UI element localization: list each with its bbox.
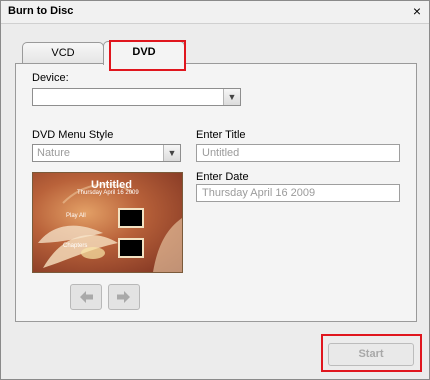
next-style-button[interactable] xyxy=(108,284,140,310)
menu-style-label: DVD Menu Style xyxy=(32,129,114,141)
preview-play-all: Play All xyxy=(66,213,86,219)
menu-style-select[interactable]: Nature ▼ xyxy=(32,144,181,162)
tab-dvd-label: DVD xyxy=(132,46,156,58)
burn-to-disc-dialog: Burn to Disc × VCD DVD Device: ▼ DVD Men… xyxy=(0,0,430,380)
close-icon[interactable]: × xyxy=(413,3,421,19)
date-input[interactable]: Thursday April 16 2009 xyxy=(196,184,400,202)
enter-title-label: Enter Title xyxy=(196,129,246,141)
title-input[interactable]: Untitled xyxy=(196,144,400,162)
device-label: Device: xyxy=(32,72,69,84)
chevron-down-icon[interactable]: ▼ xyxy=(223,89,240,105)
tab-dvd[interactable]: DVD xyxy=(103,41,185,65)
start-button[interactable]: Start xyxy=(328,343,414,366)
preview-chapters: Chapters xyxy=(63,243,88,249)
preview-date: Thursday April 16 2009 xyxy=(77,190,139,196)
enter-date-label: Enter Date xyxy=(196,171,249,183)
chevron-down-icon[interactable]: ▼ xyxy=(163,145,180,161)
menu-preview-image: Untitled Thursday April 16 2009 Play All… xyxy=(32,172,183,273)
menu-style-value: Nature xyxy=(37,147,71,159)
title-bar: Burn to Disc × xyxy=(1,1,429,24)
dvd-settings-panel: Device: ▼ DVD Menu Style Nature ▼ Enter … xyxy=(15,63,417,322)
device-select[interactable]: ▼ xyxy=(32,88,241,106)
prev-style-button[interactable] xyxy=(70,284,102,310)
tab-vcd[interactable]: VCD xyxy=(22,42,104,64)
arrow-left-icon xyxy=(80,291,93,303)
arrow-right-icon xyxy=(117,291,130,303)
tab-vcd-label: VCD xyxy=(51,47,75,59)
window-title: Burn to Disc xyxy=(8,5,74,17)
